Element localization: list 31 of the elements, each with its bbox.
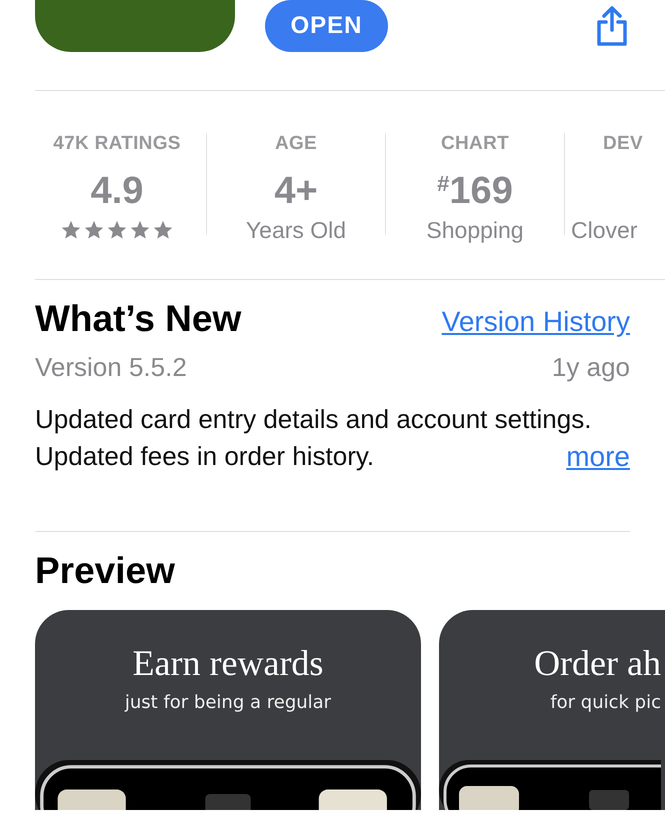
stat-caption: Clover (571, 217, 638, 244)
stat-label: CHART (441, 133, 509, 155)
stat-label: DEV (603, 133, 643, 155)
card-subtitle: for quick pic (550, 692, 661, 713)
stat-value: 4.9 (90, 169, 144, 213)
card-title: Order ah (534, 642, 661, 684)
section-title: What’s New (35, 298, 242, 340)
stat-caption: Shopping (426, 217, 524, 244)
section-title: Preview (35, 550, 176, 592)
star-icon (106, 219, 128, 241)
update-age: 1y ago (552, 352, 630, 383)
stat-caption: Years Old (246, 217, 346, 244)
preview-card[interactable]: Earn rewards just for being a regular (35, 610, 421, 810)
version-history-link[interactable]: Version History (442, 306, 630, 338)
stat-label: AGE (274, 133, 318, 155)
star-icon (60, 219, 82, 241)
release-note: Updated fees in order history. (35, 440, 374, 473)
star-icon (129, 219, 151, 241)
stat-value: 4+ (274, 169, 318, 213)
preview-card[interactable]: Order ah for quick pic (439, 610, 665, 810)
card-title: Earn rewards (132, 642, 324, 684)
version-label: Version 5.5.2 (35, 352, 187, 383)
star-icon (152, 219, 174, 241)
share-icon[interactable] (595, 6, 629, 46)
release-note: Updated card entry details and account settings. (35, 403, 592, 436)
stat-value: #169 (437, 169, 513, 213)
card-subtitle: just for being a regular (124, 692, 332, 713)
star-icon (83, 219, 105, 241)
open-button[interactable]: OPEN (265, 0, 388, 52)
more-link[interactable]: more (566, 440, 630, 472)
stat-label: 47K RATINGS (53, 133, 181, 155)
